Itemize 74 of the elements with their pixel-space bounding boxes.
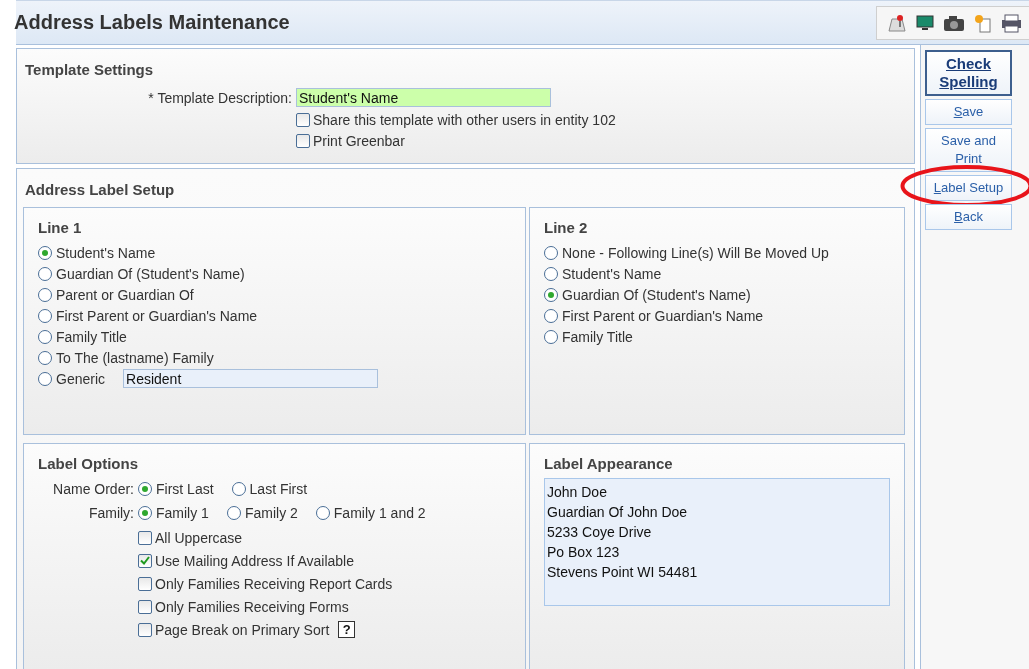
template-description-field[interactable]: Student's Name bbox=[296, 88, 551, 107]
checkbox[interactable] bbox=[138, 530, 152, 545]
radio-label: Family 2 bbox=[244, 505, 298, 521]
address-line: 5233 Coye Drive bbox=[547, 523, 653, 542]
radio-label: Family 1 and 2 bbox=[333, 505, 426, 521]
radio-button[interactable] bbox=[138, 506, 152, 520]
printer-icon[interactable] bbox=[1001, 12, 1021, 33]
radio-label: First Parent or Guardian's Name bbox=[562, 307, 764, 324]
radio-label: Family Title bbox=[56, 328, 127, 345]
help-button[interactable]: ? bbox=[338, 621, 356, 638]
action-button[interactable]: Save and Print bbox=[925, 128, 1012, 172]
radio-label: Guardian Of (Student's Name) bbox=[56, 265, 245, 282]
radio-button[interactable] bbox=[38, 350, 52, 365]
checkbox[interactable] bbox=[138, 622, 152, 637]
radio-label: Family 1 bbox=[156, 505, 209, 521]
field-label: * Template Description: bbox=[147, 89, 292, 106]
section-title: Template Settings bbox=[24, 60, 155, 78]
checkbox[interactable] bbox=[296, 112, 310, 127]
radio-label: To The (lastname) Family bbox=[56, 349, 214, 366]
radio-button[interactable] bbox=[38, 245, 52, 260]
radio-button[interactable] bbox=[544, 266, 558, 281]
radio-label: None - Following Line(s) Will Be Moved Up bbox=[562, 244, 829, 261]
checkbox[interactable] bbox=[138, 599, 152, 614]
checkbox-label: Only Families Receiving Report Cards bbox=[155, 575, 393, 592]
checkbox-label: Page Break on Primary Sort bbox=[155, 621, 330, 638]
radio-button[interactable] bbox=[544, 329, 558, 344]
checkbox-label: Only Families Receiving Forms bbox=[155, 598, 349, 615]
radio-label: Family Title bbox=[562, 328, 633, 345]
radio-button[interactable] bbox=[38, 287, 52, 302]
radio-button[interactable] bbox=[138, 482, 152, 496]
radio-button[interactable] bbox=[38, 371, 52, 386]
option-label: Name Order: bbox=[52, 481, 134, 497]
action-button[interactable]: Check Spelling bbox=[925, 50, 1012, 96]
checkbox-label: Share this template with other users in entity 102 bbox=[313, 111, 616, 128]
radio-button[interactable] bbox=[544, 308, 558, 323]
radio-label: Generic bbox=[56, 370, 106, 387]
address-line: Stevens Point WI 54481 bbox=[547, 563, 699, 582]
radio-label: Last First bbox=[249, 481, 308, 497]
checkbox[interactable] bbox=[138, 553, 152, 568]
radio-button[interactable] bbox=[38, 308, 52, 323]
map-pin-icon[interactable] bbox=[887, 12, 907, 33]
radio-label: Student's Name bbox=[56, 244, 156, 261]
radio-label: Parent or Guardian Of bbox=[56, 286, 194, 303]
radio-label: Guardian Of (Student's Name) bbox=[562, 286, 751, 303]
monitor-icon[interactable] bbox=[915, 12, 935, 33]
radio-button[interactable] bbox=[38, 266, 52, 281]
checkbox-label: All Uppercase bbox=[155, 529, 243, 546]
action-button[interactable]: Label Setup bbox=[925, 175, 1012, 201]
radio-button[interactable] bbox=[544, 287, 558, 302]
radio-button[interactable] bbox=[38, 329, 52, 344]
radio-label: First Parent or Guardian's Name bbox=[56, 307, 258, 324]
address-line: Po Box 123 bbox=[547, 543, 621, 562]
address-line: John Doe bbox=[547, 483, 608, 502]
panel-title: Line 2 bbox=[544, 218, 589, 238]
action-button[interactable]: Save bbox=[925, 99, 1012, 125]
panel-title: Label Appearance bbox=[544, 454, 674, 474]
radio-button[interactable] bbox=[315, 506, 330, 520]
checkbox[interactable] bbox=[138, 576, 152, 591]
generic-text-field[interactable]: Resident bbox=[123, 369, 379, 388]
radio-button[interactable] bbox=[231, 482, 246, 496]
radio-label: First Last bbox=[156, 481, 214, 497]
checkbox-label: Print Greenbar bbox=[313, 132, 405, 149]
option-label: Family: bbox=[87, 505, 134, 521]
panel-title: Line 1 bbox=[38, 218, 83, 238]
radio-button[interactable] bbox=[544, 245, 558, 260]
checkbox[interactable] bbox=[296, 133, 310, 148]
section-title: Address Label Setup bbox=[24, 180, 176, 198]
checkbox-label: Use Mailing Address If Available bbox=[155, 552, 354, 569]
page-title: Address Labels Maintenance bbox=[14, 11, 290, 34]
address-line: Guardian Of John Doe bbox=[547, 503, 689, 522]
radio-label: Student's Name bbox=[562, 265, 662, 282]
panel-title: Label Options bbox=[38, 454, 139, 474]
action-button[interactable]: Back bbox=[925, 204, 1012, 230]
radio-button[interactable] bbox=[226, 506, 241, 520]
